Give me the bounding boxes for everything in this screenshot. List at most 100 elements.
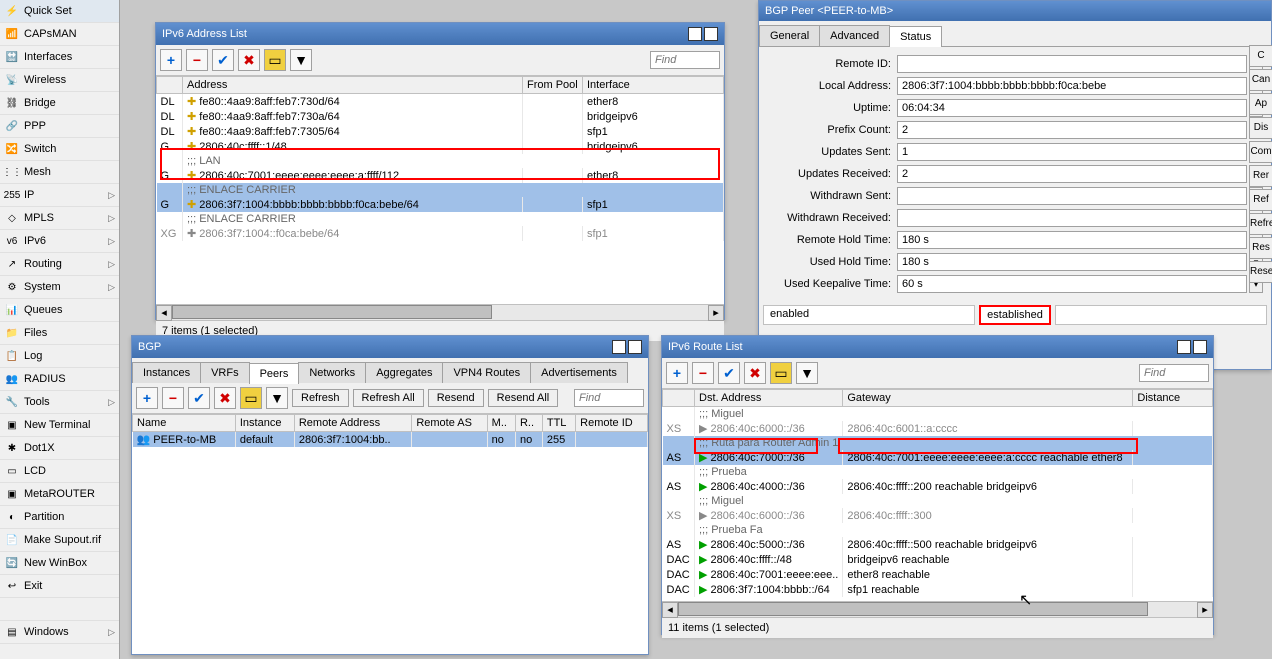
side-button[interactable]: Rese — [1249, 261, 1272, 283]
side-button[interactable]: Ap — [1249, 93, 1272, 115]
sidebar-item-log[interactable]: 📋Log — [0, 345, 119, 368]
comment-button[interactable]: ▭ — [264, 49, 286, 71]
tab-general[interactable]: General — [759, 25, 820, 46]
side-button[interactable]: Can — [1249, 69, 1272, 91]
column-header[interactable]: R.. — [515, 415, 542, 432]
table-row[interactable]: AS▶ 2806:40c:5000::/362806:40c:ffff::500… — [663, 537, 1213, 552]
table-row[interactable]: G✚ 2806:40c:ffff::1/48bridgeipv6 — [157, 139, 724, 154]
sidebar-item-capsman[interactable]: 📶CAPsMAN — [0, 23, 119, 46]
column-header[interactable]: Dst. Address — [695, 390, 843, 407]
column-header[interactable]: Instance — [235, 415, 294, 432]
disable-button[interactable]: ✖ — [238, 49, 260, 71]
sidebar-item-metarouter[interactable]: ▣MetaROUTER — [0, 483, 119, 506]
table-row[interactable]: AS▶ 2806:40c:7000::/362806:40c:7001:eeee… — [663, 450, 1213, 465]
sidebar-item-system[interactable]: ⚙System▷ — [0, 276, 119, 299]
table-row[interactable]: AS▶ 2806:40c:4000::/362806:40c:ffff::200… — [663, 479, 1213, 494]
table-row[interactable]: ;;; Ruta para Router Admin 1 — [663, 436, 1213, 450]
sidebar-item-blank[interactable] — [0, 598, 119, 621]
filter-button[interactable]: ▼ — [290, 49, 312, 71]
side-button[interactable]: Rer — [1249, 165, 1272, 187]
sidebar-item-tools[interactable]: 🔧Tools▷ — [0, 391, 119, 414]
sidebar-item-radius[interactable]: 👥RADIUS — [0, 368, 119, 391]
sidebar-item-dot1x[interactable]: ✱Dot1X — [0, 437, 119, 460]
column-header[interactable]: Remote ID — [576, 415, 648, 432]
side-button[interactable]: Refre — [1249, 213, 1272, 235]
titlebar[interactable]: IPv6 Route List ▁ ✕ — [662, 336, 1213, 358]
sidebar-item-new-winbox[interactable]: 🔄New WinBox — [0, 552, 119, 575]
minimize-button[interactable]: ▁ — [1177, 340, 1191, 354]
add-button[interactable]: + — [666, 362, 688, 384]
enable-button[interactable]: ✔ — [718, 362, 740, 384]
sidebar-item-ipv6[interactable]: v6IPv6▷ — [0, 230, 119, 253]
table-row[interactable]: ;;; ENLACE CARRIER — [157, 212, 724, 226]
sidebar-item-mpls[interactable]: ◇MPLS▷ — [0, 207, 119, 230]
tab-status[interactable]: Status — [889, 26, 942, 47]
sidebar-item-queues[interactable]: 📊Queues — [0, 299, 119, 322]
add-button[interactable]: + — [160, 49, 182, 71]
h-scrollbar[interactable]: ◂ ▸ — [662, 601, 1213, 617]
find-input[interactable] — [650, 51, 720, 69]
column-header[interactable]: Remote AS — [412, 415, 487, 432]
refresh-all-button[interactable]: Refresh All — [353, 389, 424, 407]
sidebar-item-windows[interactable]: ▤Windows▷ — [0, 621, 119, 644]
table-row[interactable]: XG✚ 2806:3f7:1004::f0ca:bebe/64sfp1 — [157, 226, 724, 241]
h-scrollbar[interactable]: ◂ ▸ — [156, 304, 724, 320]
table-row[interactable]: DAC▶ 2806:40c:7001:eeee:eee..ether8 reac… — [663, 567, 1213, 582]
sidebar-item-bridge[interactable]: ⛓Bridge — [0, 92, 119, 115]
table-row[interactable]: ;;; Prueba Fa — [663, 523, 1213, 537]
titlebar[interactable]: IPv6 Address List ▁ ✕ — [156, 23, 724, 45]
table-row[interactable]: ;;; Prueba — [663, 465, 1213, 479]
comment-button[interactable]: ▭ — [770, 362, 792, 384]
sidebar-item-ppp[interactable]: 🔗PPP — [0, 115, 119, 138]
side-button[interactable]: Com — [1249, 141, 1272, 163]
column-header[interactable] — [157, 77, 183, 94]
sidebar-item-lcd[interactable]: ▭LCD — [0, 460, 119, 483]
table-row[interactable]: XS▶ 2806:40c:6000::/362806:40c:6001::a:c… — [663, 421, 1213, 436]
sidebar-item-new-terminal[interactable]: ▣New Terminal — [0, 414, 119, 437]
tab-instances[interactable]: Instances — [132, 362, 201, 383]
side-button[interactable]: Dis — [1249, 117, 1272, 139]
side-button[interactable]: Ref — [1249, 189, 1272, 211]
sidebar-item-quick-set[interactable]: ⚡Quick Set — [0, 0, 119, 23]
sidebar-item-switch[interactable]: 🔀Switch — [0, 138, 119, 161]
close-button[interactable]: ✕ — [1193, 340, 1207, 354]
table-row[interactable]: G✚ 2806:40c:7001:eeee:eeee:eeee:a:ffff/1… — [157, 168, 724, 183]
filter-button[interactable]: ▼ — [796, 362, 818, 384]
table-row[interactable]: 👥 PEER-to-MBdefault2806:3f7:1004:bb..non… — [133, 432, 648, 448]
disable-button[interactable]: ✖ — [214, 387, 236, 409]
tab-advertisements[interactable]: Advertisements — [530, 362, 628, 383]
column-header[interactable]: Name — [133, 415, 236, 432]
titlebar[interactable]: BGP Peer <PEER-to-MB> — [759, 1, 1271, 21]
sidebar-item-mesh[interactable]: ⋮⋮Mesh — [0, 161, 119, 184]
table-row[interactable]: G✚ 2806:3f7:1004:bbbb:bbbb:bbbb:f0ca:beb… — [157, 197, 724, 212]
resend-all-button[interactable]: Resend All — [488, 389, 559, 407]
sidebar-item-make-supout.rif[interactable]: 📄Make Supout.rif — [0, 529, 119, 552]
sidebar-item-exit[interactable]: ↩Exit — [0, 575, 119, 598]
close-button[interactable]: ✕ — [704, 27, 718, 41]
enable-button[interactable]: ✔ — [188, 387, 210, 409]
column-header[interactable]: Distance — [1133, 390, 1213, 407]
table-row[interactable]: ;;; LAN — [157, 154, 724, 168]
column-header[interactable]: TTL — [542, 415, 575, 432]
table-row[interactable]: DL✚ fe80::4aa9:8aff:feb7:7305/64sfp1 — [157, 124, 724, 139]
table-row[interactable]: ;;; ENLACE CARRIER — [157, 183, 724, 197]
close-button[interactable]: ✕ — [628, 340, 642, 354]
side-button[interactable]: Res — [1249, 237, 1272, 259]
sidebar-item-routing[interactable]: ↗Routing▷ — [0, 253, 119, 276]
sidebar-item-interfaces[interactable]: 🔛Interfaces — [0, 46, 119, 69]
remove-button[interactable]: − — [162, 387, 184, 409]
titlebar[interactable]: BGP ▁ ✕ — [132, 336, 648, 358]
remove-button[interactable]: − — [186, 49, 208, 71]
table-row[interactable]: XS▶ 2806:40c:6000::/362806:40c:ffff::300 — [663, 508, 1213, 523]
tab-advanced[interactable]: Advanced — [819, 25, 890, 46]
table-row[interactable]: DAC▶ 2806:3f7:1004:bbbb::/64sfp1 reachab… — [663, 582, 1213, 597]
sidebar-item-wireless[interactable]: 📡Wireless — [0, 69, 119, 92]
resend-button[interactable]: Resend — [428, 389, 484, 407]
side-button[interactable]: C — [1249, 45, 1272, 67]
find-input[interactable] — [574, 389, 644, 407]
column-header[interactable]: Interface — [583, 77, 724, 94]
column-header[interactable]: From Pool — [523, 77, 583, 94]
remove-button[interactable]: − — [692, 362, 714, 384]
tab-vpn4 routes[interactable]: VPN4 Routes — [442, 362, 531, 383]
tab-vrfs[interactable]: VRFs — [200, 362, 250, 383]
